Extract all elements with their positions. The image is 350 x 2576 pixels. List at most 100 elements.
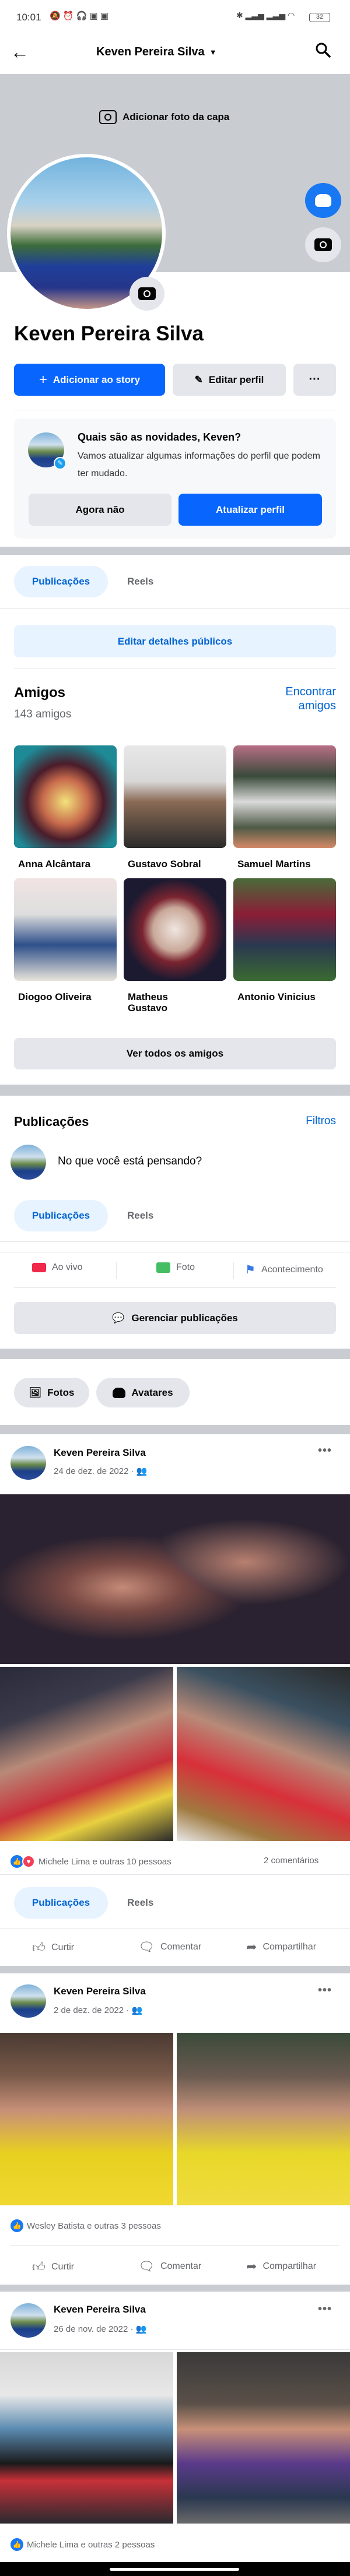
edit-cover-camera-button[interactable] <box>305 227 341 262</box>
post-options-button[interactable]: ••• <box>318 2303 332 2316</box>
love-reaction-icon: ♥ <box>22 1855 35 1868</box>
battery-icon: 32 <box>309 13 330 22</box>
share-button[interactable]: ➦ Compartilhar <box>246 2259 316 2274</box>
friend-name[interactable]: Matheus Gustavo <box>128 991 198 1013</box>
posts-title: Publicações <box>14 1114 89 1129</box>
live-video-icon <box>32 1263 46 1272</box>
friends-title: Amigos <box>14 685 66 701</box>
edit-profile-button[interactable]: ✎ Editar perfil <box>173 364 286 396</box>
friend-name[interactable]: Diogoo Oliveira <box>18 991 92 1002</box>
share-icon: ➦ <box>246 1940 257 1954</box>
friend-photo[interactable] <box>14 745 117 848</box>
avatars-chip[interactable]: Avatares <box>96 1378 190 1407</box>
post-avatar[interactable] <box>10 1984 46 2018</box>
life-event-button[interactable]: ⚑ Acontecimento <box>245 1262 323 1277</box>
like-button[interactable]: 👍︎ Curtir <box>32 1940 74 1955</box>
tab-posts[interactable]: Publicações <box>14 1200 108 1231</box>
friend-photo[interactable] <box>124 878 226 981</box>
post-options-button[interactable]: ••• <box>318 1984 332 1997</box>
post-photo[interactable] <box>177 1667 350 1841</box>
post-author[interactable]: Keven Pereira Silva <box>54 2304 146 2315</box>
home-indicator[interactable] <box>110 2568 239 2571</box>
tab-posts[interactable]: Publicações <box>14 566 108 597</box>
friend-photo[interactable] <box>233 878 336 981</box>
tab-reels[interactable]: Reels <box>127 576 153 587</box>
friend-photo[interactable] <box>14 878 117 981</box>
see-all-friends-button[interactable]: Ver todos os amigos <box>14 1038 336 1069</box>
friend-name[interactable]: Antonio Vinicius <box>237 991 316 1002</box>
post-options-button[interactable]: ••• <box>318 1444 332 1458</box>
photos-chip[interactable]: 🖼 Fotos <box>14 1378 89 1407</box>
post-photo[interactable] <box>0 1494 350 1664</box>
manage-posts-button[interactable]: 💬 Gerenciar publicações <box>14 1302 336 1334</box>
friends-audience-icon: 👥 <box>136 1466 148 1476</box>
reactions-summary[interactable]: 👍 Wesley Batista e outras 3 pessoas <box>10 2219 161 2232</box>
camera-icon <box>138 287 156 300</box>
photo-icon <box>156 1262 170 1273</box>
friend-name[interactable]: Anna Alcântara <box>18 858 90 870</box>
comment-button[interactable]: 🗨 Comentar <box>138 1940 201 1955</box>
share-icon: ➦ <box>246 2259 257 2274</box>
photo-button[interactable]: Foto <box>156 1262 195 1273</box>
like-button[interactable]: 👍︎ Curtir <box>32 2259 74 2275</box>
comments-count[interactable]: 2 comentários <box>264 1856 318 1866</box>
post-author[interactable]: Keven Pereira Silva <box>54 1986 146 1997</box>
caret-down-icon: ▼ <box>209 48 217 57</box>
comment-icon: 🗨 <box>138 1940 155 1954</box>
live-button[interactable]: Ao vivo <box>32 1262 82 1273</box>
post-date: 26 de nov. de 2022 · 👥 <box>54 2324 147 2334</box>
add-to-story-button[interactable]: + Adicionar ao story <box>14 364 165 396</box>
divider <box>10 2245 340 2246</box>
divider <box>14 1287 336 1288</box>
update-profile-card: ✎ Quais são as novidades, Keven? Vamos a… <box>14 418 336 539</box>
pencil-icon: ✎ <box>194 374 203 385</box>
post-photo[interactable] <box>177 2033 350 2205</box>
back-arrow-icon[interactable]: ← <box>10 42 29 62</box>
post-photo[interactable] <box>0 1667 173 1841</box>
avatar-button[interactable] <box>305 183 341 218</box>
add-cover-photo-button[interactable]: Adicionar foto da capa <box>99 110 229 124</box>
section-separator <box>0 1425 350 1434</box>
post-avatar[interactable] <box>10 1446 46 1480</box>
friend-photo[interactable] <box>124 745 226 848</box>
edit-public-details-button[interactable]: Editar detalhes públicos <box>14 625 336 657</box>
tab-reels[interactable]: Reels <box>127 1210 153 1222</box>
not-now-button[interactable]: Agora não <box>29 494 172 526</box>
share-button[interactable]: ➦ Compartilhar <box>246 1940 316 1955</box>
filters-link[interactable]: Filtros <box>280 1115 336 1128</box>
thumbs-up-icon: 👍︎ <box>32 1940 46 1955</box>
divider <box>0 1874 350 1875</box>
composer-input[interactable]: No que você está pensando? <box>58 1155 202 1168</box>
friends-count: 143 amigos <box>14 708 72 720</box>
post-photo[interactable] <box>0 2033 173 2205</box>
post-photo[interactable] <box>0 2352 173 2524</box>
section-separator <box>0 547 350 555</box>
friend-name[interactable]: Gustavo Sobral <box>128 858 201 870</box>
card-title: Quais são as novidades, Keven? <box>78 431 242 443</box>
tab-reels[interactable]: Reels <box>127 1897 153 1909</box>
search-icon[interactable] <box>315 42 331 58</box>
post-avatar[interactable] <box>10 2303 46 2338</box>
profile-switcher[interactable]: Keven Pereira Silva ▼ <box>96 45 217 59</box>
status-time: 10:01 <box>16 12 41 23</box>
friend-name[interactable]: Samuel Martins <box>237 858 311 870</box>
comment-button[interactable]: 🗨 Comentar <box>138 2259 201 2274</box>
reactions-summary[interactable]: 👍 ♥ Michele Lima e outras 10 pessoas <box>10 1855 172 1868</box>
profile-camera-button[interactable] <box>130 277 164 311</box>
friend-photo[interactable] <box>233 745 336 848</box>
update-profile-button[interactable]: Atualizar perfil <box>178 494 322 526</box>
more-options-button[interactable]: ··· <box>293 364 336 396</box>
avatar-icon <box>113 1387 126 1398</box>
divider <box>0 2349 350 2350</box>
section-separator <box>0 1085 350 1096</box>
tab-posts[interactable]: Publicações <box>14 1887 108 1919</box>
reactions-summary[interactable]: 👍 Michele Lima e outras 2 pessoas <box>10 2538 155 2551</box>
like-reaction-icon: 👍 <box>10 1855 23 1868</box>
section-separator <box>0 1349 350 1359</box>
find-friends-link[interactable]: Encontrar amigos <box>257 685 336 713</box>
post-photo[interactable] <box>177 2352 350 2524</box>
speech-bubble-icon: 💬 <box>112 1312 125 1324</box>
post-author[interactable]: Keven Pereira Silva <box>54 1447 146 1459</box>
comment-icon: 🗨 <box>138 2259 155 2274</box>
section-separator <box>0 1966 350 1973</box>
